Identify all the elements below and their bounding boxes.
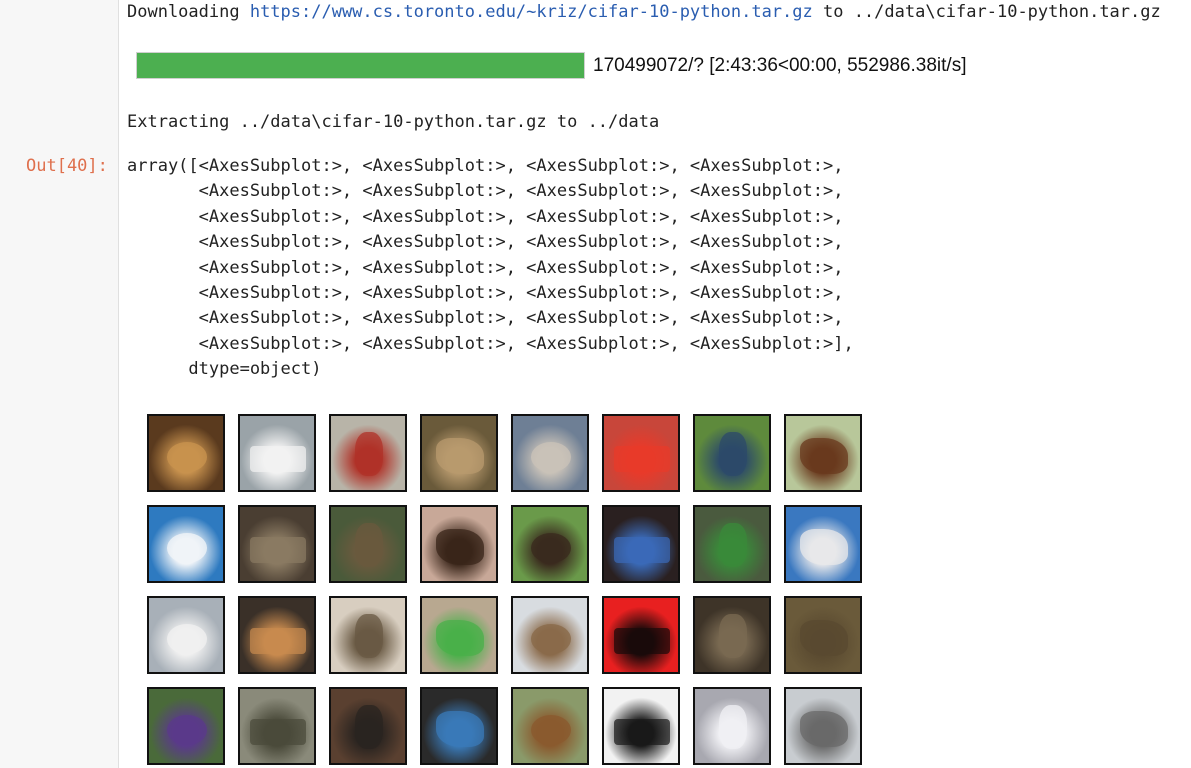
image-subject (355, 523, 383, 567)
sample-image-bird (329, 596, 407, 674)
image-subject (167, 442, 207, 472)
output-line: dtype=object) (127, 359, 322, 380)
image-grid (147, 414, 862, 765)
output-array-text: array([<AxesSubplot:>, <AxesSubplot:>, <… (127, 154, 854, 383)
image-subject (531, 624, 571, 654)
image-subject (800, 438, 848, 474)
image-subject (531, 715, 571, 745)
output-line: <AxesSubplot:>, <AxesSubplot:>, <AxesSub… (127, 232, 844, 253)
sample-image-deer (511, 687, 589, 765)
output-line: <AxesSubplot:>, <AxesSubplot:>, <AxesSub… (127, 308, 844, 329)
image-subject (719, 705, 747, 749)
output-line: <AxesSubplot:>, <AxesSubplot:>, <AxesSub… (127, 257, 844, 278)
output-line: <AxesSubplot:>, <AxesSubplot:>, <AxesSub… (127, 206, 844, 227)
image-subject (250, 537, 306, 563)
sample-image-bird (602, 505, 680, 583)
sample-image-ship (147, 505, 225, 583)
sample-image-truck (784, 687, 862, 765)
cell-gutter (0, 0, 119, 768)
sample-image-frog (784, 596, 862, 674)
sample-image-cat (238, 596, 316, 674)
image-subject (719, 523, 747, 567)
sample-image-horse (511, 505, 589, 583)
extract-message: Extracting ../data\cifar-10-python.tar.g… (127, 112, 660, 132)
sample-image-dog (420, 687, 498, 765)
sample-image-automobile (511, 414, 589, 492)
sample-image-horse (784, 414, 862, 492)
progress-bar-fill (137, 53, 584, 78)
image-subject (800, 529, 848, 565)
image-subject (614, 446, 670, 472)
image-subject (355, 705, 383, 749)
sample-image-frog (147, 414, 225, 492)
image-subject (250, 719, 306, 745)
output-line: <AxesSubplot:>, <AxesSubplot:>, <AxesSub… (127, 181, 844, 202)
sample-image-airplane (693, 687, 771, 765)
sample-image-truck (784, 505, 862, 583)
sample-image-frog (238, 687, 316, 765)
sample-image-truck (147, 596, 225, 674)
sample-image-bird (693, 414, 771, 492)
sample-image-bird (147, 687, 225, 765)
sample-image-truck (693, 505, 771, 583)
sample-image-airplane (602, 687, 680, 765)
image-subject (250, 446, 306, 472)
sample-image-frog (420, 596, 498, 674)
sample-image-horse (420, 505, 498, 583)
download-url-link[interactable]: https://www.cs.toronto.edu/~kriz/cifar-1… (250, 2, 813, 22)
image-subject (436, 711, 484, 747)
sample-image-deer (329, 505, 407, 583)
image-subject (167, 624, 207, 654)
image-subject (531, 533, 571, 563)
image-subject (800, 711, 848, 747)
sample-image-frog (602, 596, 680, 674)
image-subject (355, 614, 383, 658)
sample-image-cat (329, 687, 407, 765)
image-subject (531, 442, 571, 472)
sample-image-deer (511, 596, 589, 674)
image-subject (436, 620, 484, 656)
image-subject (250, 628, 306, 654)
sample-image-frog (693, 596, 771, 674)
output-line: <AxesSubplot:>, <AxesSubplot:>, <AxesSub… (127, 282, 844, 303)
image-subject (614, 537, 670, 563)
image-subject (355, 432, 383, 476)
image-subject (436, 529, 484, 565)
progress-bar (136, 52, 585, 79)
output-line: <AxesSubplot:>, <AxesSubplot:>, <AxesSub… (127, 333, 854, 354)
progress-text: 170499072/? [2:43:36<00:00, 552986.38it/… (593, 55, 967, 76)
image-subject (800, 620, 848, 656)
image-subject (719, 614, 747, 658)
image-subject (167, 533, 207, 563)
download-prefix: Downloading (127, 2, 250, 22)
download-suffix: to ../data\cifar-10-python.tar.gz (812, 2, 1161, 22)
image-subject (436, 438, 484, 474)
image-subject (719, 432, 747, 476)
sample-image-automobile (602, 414, 680, 492)
image-subject (167, 715, 207, 745)
sample-image-truck (238, 414, 316, 492)
image-subject (614, 719, 670, 745)
image-subject (614, 628, 670, 654)
output-prompt: Out[40]: (26, 156, 108, 176)
download-message: Downloading https://www.cs.toronto.edu/~… (127, 0, 1161, 24)
sample-image-cat (238, 505, 316, 583)
output-line: array([<AxesSubplot:>, <AxesSubplot:>, <… (127, 156, 844, 176)
sample-image-truck (329, 414, 407, 492)
sample-image-deer (420, 414, 498, 492)
